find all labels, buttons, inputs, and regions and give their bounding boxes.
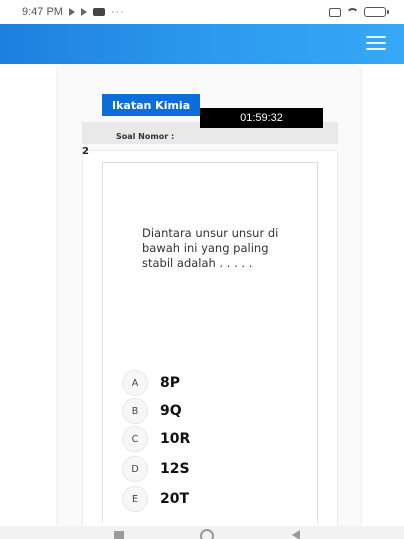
status-right — [329, 7, 389, 17]
status-time: 9:47 PM — [22, 6, 63, 18]
question-number: 2 — [82, 146, 89, 157]
option-letter: E — [122, 486, 148, 512]
option-letter: D — [122, 456, 148, 482]
option-text: 12S — [160, 461, 190, 477]
question-text: Diantara unsur unsur di bawah ini yang p… — [142, 226, 279, 270]
option-text: 8P — [160, 375, 181, 391]
option-letter: C — [122, 426, 148, 452]
option-letter: A — [122, 370, 148, 396]
wifi-icon — [346, 7, 359, 17]
option-text: 10R — [160, 431, 191, 447]
question-number-label: Soal Nomor : — [116, 132, 175, 141]
countdown-timer: 01:59:32 — [200, 108, 323, 128]
status-left: 9:47 PM ··· — [22, 6, 125, 18]
back-icon[interactable] — [292, 530, 300, 539]
play-icon — [68, 8, 75, 16]
recent-apps-icon[interactable] — [114, 531, 124, 539]
subject-badge: Ikatan Kimia — [102, 94, 201, 116]
home-icon[interactable] — [200, 529, 214, 539]
option-a[interactable]: A 8P — [122, 370, 180, 396]
play-store-icon — [80, 8, 87, 16]
more-notifications-icon: ··· — [110, 6, 125, 18]
option-b[interactable]: B 9Q — [122, 398, 182, 424]
status-bar: 9:47 PM ··· — [0, 0, 404, 24]
sim-icon — [329, 7, 341, 17]
youtube-icon — [92, 8, 105, 16]
option-text: 20T — [160, 491, 190, 507]
app-header — [0, 24, 404, 64]
option-text: 9Q — [160, 403, 182, 419]
battery-icon — [364, 7, 389, 17]
option-letter: B — [122, 398, 148, 424]
option-c[interactable]: C 10R — [122, 426, 190, 452]
option-d[interactable]: D 12S — [122, 456, 190, 482]
option-e[interactable]: E 20T — [122, 486, 189, 512]
hamburger-menu-icon[interactable] — [366, 36, 386, 52]
